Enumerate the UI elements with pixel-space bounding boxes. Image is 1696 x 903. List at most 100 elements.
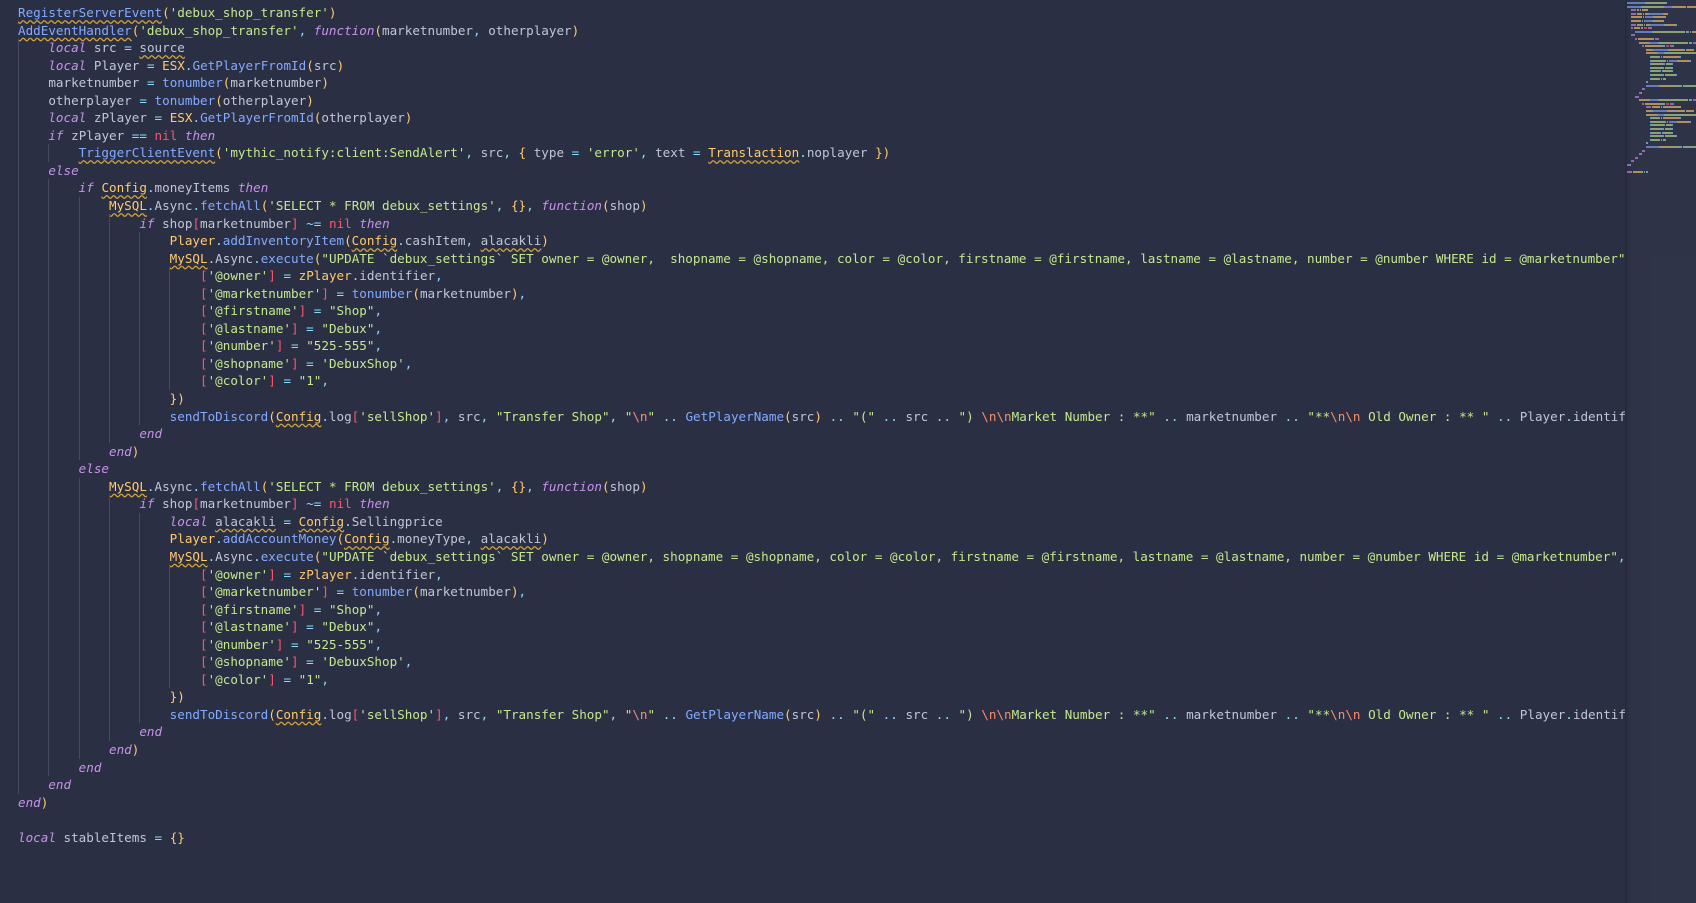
code-line[interactable]: if shop[marketnumber] ~= nil then	[0, 214, 1625, 233]
indent-guide	[18, 56, 19, 75]
code-line[interactable]	[0, 811, 1625, 829]
code-line[interactable]: ['@color'] = "1",	[0, 670, 1625, 689]
code-line[interactable]: local zPlayer = ESX.GetPlayerFromId(othe…	[0, 109, 1625, 127]
code-line[interactable]: if zPlayer == nil then	[0, 126, 1625, 145]
indent-guide	[108, 425, 110, 443]
indent-guide	[18, 267, 19, 285]
indent-guide	[48, 688, 50, 706]
indent-guide	[48, 179, 50, 198]
code-editor-viewport[interactable]: RegisterServerEvent('debux_shop_transfer…	[0, 0, 1625, 903]
indent-guide	[139, 512, 141, 531]
code-line[interactable]: MySQL.Async.execute("UPDATE `debux_setti…	[0, 249, 1625, 268]
indent-guide	[78, 670, 80, 689]
code-line[interactable]: TriggerClientEvent('mythic_notify:client…	[0, 144, 1625, 162]
code-line[interactable]: ['@lastname'] = "Debux",	[0, 319, 1625, 338]
indent-guide	[18, 109, 19, 127]
indent-guide	[139, 284, 141, 303]
code-line[interactable]: MySQL.Async.fetchAll('SELECT * FROM debu…	[0, 477, 1625, 496]
indent-guide	[169, 337, 171, 355]
indent-guide	[139, 319, 141, 338]
code-line[interactable]: sendToDiscord(Config.log['sellShop'], sr…	[0, 407, 1625, 426]
indent-guide	[18, 758, 19, 777]
indent-guide	[78, 354, 80, 373]
indent-guide	[78, 337, 80, 355]
indent-guide	[78, 442, 80, 461]
indent-guide	[169, 284, 171, 303]
code-line[interactable]: ['@shopname'] = 'DebuxShop',	[0, 653, 1625, 671]
code-line[interactable]: })	[0, 688, 1625, 706]
indent-guide	[108, 653, 110, 671]
minimap[interactable]	[1625, 0, 1696, 903]
indent-guide	[18, 425, 19, 443]
code-line[interactable]: MySQL.Async.fetchAll('SELECT * FROM debu…	[0, 197, 1625, 215]
indent-guide	[18, 161, 19, 180]
indent-guide	[139, 705, 141, 724]
indent-guide	[169, 354, 171, 373]
indent-guide	[18, 372, 19, 391]
indent-guide	[108, 530, 110, 548]
code-line[interactable]: ['@firstname'] = "Shop",	[0, 600, 1625, 619]
code-line[interactable]: end	[0, 723, 1625, 741]
indent-guide	[108, 249, 110, 268]
code-line[interactable]: ['@owner'] = zPlayer.identifier,	[0, 565, 1625, 584]
indent-guide	[48, 407, 50, 426]
code-line[interactable]: ['@lastname'] = "Debux",	[0, 618, 1625, 636]
code-line[interactable]: Player.addAccountMoney(Config.moneyType,…	[0, 530, 1625, 548]
code-line[interactable]: else	[0, 161, 1625, 180]
indent-guide	[18, 530, 19, 548]
code-line[interactable]: end	[0, 776, 1625, 794]
code-line[interactable]: local src = source	[0, 39, 1625, 57]
code-line[interactable]: local stableItems = {}	[0, 829, 1625, 847]
code-line[interactable]: ['@shopname'] = 'DebuxShop',	[0, 354, 1625, 373]
indent-guide	[78, 214, 80, 233]
indent-guide	[48, 442, 50, 461]
code-line[interactable]: end)	[0, 442, 1625, 461]
code-line[interactable]: ['@owner'] = zPlayer.identifier,	[0, 267, 1625, 285]
indent-guide	[78, 740, 80, 759]
indent-guide	[48, 547, 50, 566]
code-line[interactable]: RegisterServerEvent('debux_shop_transfer…	[0, 4, 1625, 22]
indent-guide	[139, 267, 141, 285]
indent-guide	[48, 302, 50, 320]
indent-guide	[48, 267, 50, 285]
indent-guide	[169, 302, 171, 320]
indent-guide	[18, 74, 19, 92]
code-line[interactable]: if shop[marketnumber] ~= nil then	[0, 495, 1625, 513]
code-content[interactable]: RegisterServerEvent('debux_shop_transfer…	[0, 4, 1625, 846]
code-line[interactable]: ['@marketnumber'] = tonumber(marketnumbe…	[0, 583, 1625, 601]
code-line[interactable]: MySQL.Async.execute("UPDATE `debux_setti…	[0, 547, 1625, 566]
indent-guide	[78, 705, 80, 724]
code-line[interactable]: ['@number'] = "525-555",	[0, 635, 1625, 654]
indent-guide	[18, 232, 19, 250]
code-line[interactable]: })	[0, 390, 1625, 408]
code-line[interactable]: sendToDiscord(Config.log['sellShop'], sr…	[0, 705, 1625, 724]
indent-guide	[169, 635, 171, 654]
indent-guide	[78, 477, 80, 496]
indent-guide	[78, 565, 80, 584]
indent-guide	[48, 284, 50, 303]
indent-guide	[108, 284, 110, 303]
code-line[interactable]: marketnumber = tonumber(marketnumber)	[0, 74, 1625, 92]
code-line[interactable]: ['@marketnumber'] = tonumber(marketnumbe…	[0, 284, 1625, 303]
code-line[interactable]: if Config.moneyItems then	[0, 179, 1625, 198]
code-line[interactable]: end	[0, 758, 1625, 777]
indent-guide	[18, 354, 19, 373]
code-line[interactable]: local Player = ESX.GetPlayerFromId(src)	[0, 56, 1625, 75]
minimap-slider[interactable]	[1625, 0, 1696, 903]
code-line[interactable]: end)	[0, 740, 1625, 759]
code-line[interactable]: end	[0, 425, 1625, 443]
code-line[interactable]: else	[0, 460, 1625, 478]
indent-guide	[48, 249, 50, 268]
indent-guide	[48, 723, 50, 741]
indent-guide	[18, 495, 19, 513]
code-line[interactable]: otherplayer = tonumber(otherplayer)	[0, 91, 1625, 110]
code-line[interactable]: Player.addInventoryItem(Config.cashItem,…	[0, 232, 1625, 250]
code-line[interactable]: ['@number'] = "525-555",	[0, 337, 1625, 355]
indent-guide	[78, 390, 80, 408]
code-line[interactable]: ['@firstname'] = "Shop",	[0, 302, 1625, 320]
code-line[interactable]: local alacakli = Config.Sellingprice	[0, 512, 1625, 531]
code-line[interactable]: ['@color'] = "1",	[0, 372, 1625, 391]
indent-guide	[48, 740, 50, 759]
code-line[interactable]: end)	[0, 794, 1625, 812]
code-line[interactable]: AddEventHandler('debux_shop_transfer', f…	[0, 22, 1625, 40]
